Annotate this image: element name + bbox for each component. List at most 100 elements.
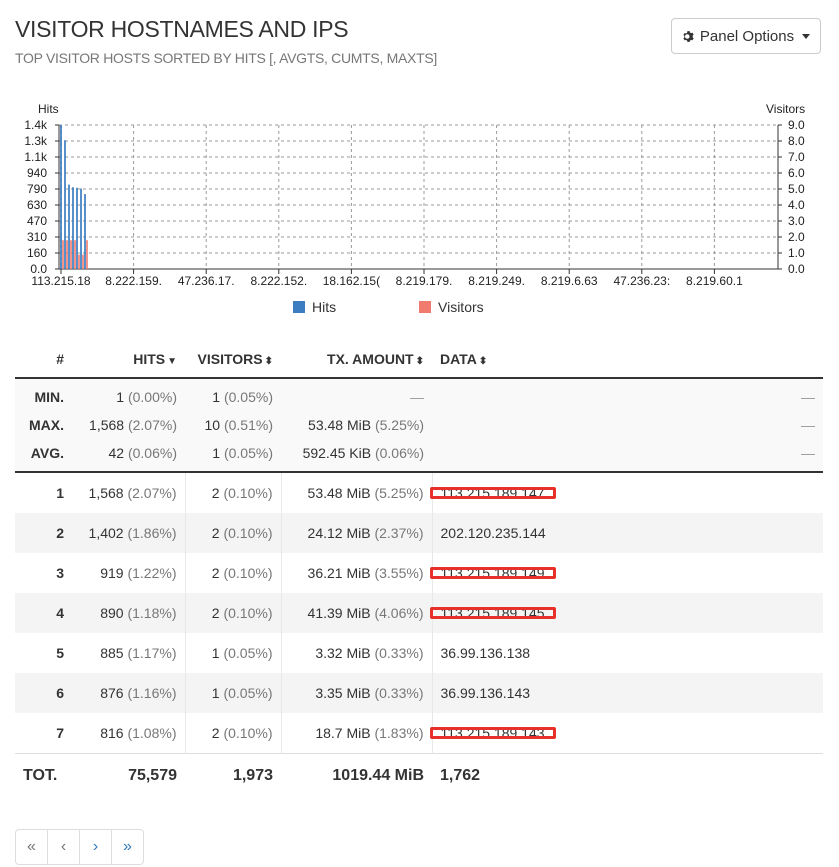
panel-options-button[interactable]: Panel Options [671,18,821,54]
total-hits: 75,579 [72,753,185,798]
row-data-ip: 202.120.235.144 [432,513,823,553]
summary-hits: 1 (0.00%) [72,378,185,411]
right-tick-label: 9.0 [788,118,805,132]
x-tick-label: 8.222.159. [105,274,162,288]
x-tick-label: 113.215.18 [31,274,90,288]
row-rank: 6 [15,673,72,713]
row-visitors: 2 (0.10%) [185,513,282,553]
left-tick-label: 1.3k [24,134,48,148]
caret-down-icon [802,33,811,39]
row-tx: 53.48 MiB (5.25%) [281,472,433,513]
row-tx: 3.32 MiB (0.33%) [281,633,433,673]
table-header-row: # HITS ▼ VISITORS ⬍ TX. AMOUNT ⬍ DATA ⬍ [15,341,823,379]
row-visitors: 2 (0.10%) [185,593,282,633]
visitors-bar [70,240,72,269]
row-data-ip: 113.215.189.143 [429,713,823,754]
left-tick-label: 790 [27,182,47,196]
row-visitors: 2 (0.10%) [185,553,282,593]
col-visitors[interactable]: VISITORS ⬍ [185,341,281,379]
hits-bar [68,184,70,269]
summary-row: AVG. 42 (0.06%) 1 (0.05%) 592.45 KiB (0.06%… [15,439,823,473]
total-label: TOT. [15,753,72,798]
row-visitors: 1 (0.05%) [185,633,282,673]
row-visitors: 2 (0.10%) [185,713,282,754]
row-rank: 1 [15,472,72,513]
table-row[interactable]: 7 816 (1.08%) 2 (0.10%) 18.7 MiB (1.83%) 113… [15,713,823,754]
table-row[interactable]: 1 1,568 (2.07%) 2 (0.10%) 53.48 MiB (5.25%)… [15,472,823,513]
legend-hits-label: Hits [312,299,336,315]
row-tx: 18.7 MiB (1.83%) [281,713,433,754]
left-tick-label: 310 [27,230,47,244]
prev-page-button[interactable]: ‹ [48,830,80,864]
x-tick-label: 8.219.249. [468,274,525,288]
row-tx: 36.21 MiB (3.55%) [281,553,433,593]
row-rank: 7 [15,713,72,754]
hits-bar [76,187,78,269]
visitors-bar [82,254,84,269]
first-page-button[interactable]: « [16,830,48,864]
row-rank: 5 [15,633,72,673]
summary-data: — [432,378,823,411]
visitors-bar [66,240,68,269]
hosts-table: # HITS ▼ VISITORS ⬍ TX. AMOUNT ⬍ DATA ⬍ MIN.… [15,341,823,798]
x-tick-label: 8.222.152. [250,274,307,288]
left-tick-label: 940 [27,166,47,180]
summary-visitors: 10 (0.51%) [185,411,281,439]
right-tick-label: 1.0 [788,246,805,260]
x-tick-label: 47.236.17. [178,274,235,288]
summary-data: — [432,411,823,439]
sort-desc-icon: ▼ [167,356,177,367]
next-page-button[interactable]: › [80,830,112,864]
left-tick-label: 630 [27,198,47,212]
total-row: TOT. 75,579 1,973 1019.44 MiB 1,762 [15,753,823,798]
row-rank: 4 [15,593,72,633]
row-data-ip: 36.99.136.138 [432,633,823,673]
x-tick-label: 47.236.23: [613,274,670,288]
last-page-button[interactable]: » [112,830,143,864]
right-tick-label: 6.0 [788,166,805,180]
table-row[interactable]: 5 885 (1.17%) 1 (0.05%) 3.32 MiB (0.33%) 36.… [15,633,823,673]
sort-icon: ⬍ [478,356,488,367]
table-row[interactable]: 6 876 (1.16%) 1 (0.05%) 3.35 MiB (0.33%) 36.… [15,673,823,713]
highlight-box: 113.215.189.145 [429,605,556,621]
col-tx-amount[interactable]: TX. AMOUNT ⬍ [281,341,432,379]
summary-data: — [432,439,823,473]
col-data[interactable]: DATA ⬍ [432,341,823,379]
row-visitors: 1 (0.05%) [185,673,282,713]
table-row[interactable]: 4 890 (1.18%) 2 (0.10%) 41.39 MiB (4.06%) 11… [15,593,823,633]
table-row[interactable]: 3 919 (1.22%) 2 (0.10%) 36.21 MiB (3.55%) 11… [15,553,823,593]
visitors-bar [78,254,80,269]
hits-bar [80,188,82,269]
row-rank: 3 [15,553,72,593]
panel-title: VISITOR HOSTNAMES AND IPS [15,16,349,42]
table-row[interactable]: 2 1,402 (1.86%) 2 (0.10%) 24.12 MiB (2.37%)… [15,513,823,553]
summary-tx: — [281,378,432,411]
hits-bar [60,125,62,269]
left-axis-label: Hits [38,102,59,116]
row-hits: 919 (1.22%) [72,553,186,593]
hits-bar [72,187,74,269]
legend-hits-swatch [293,301,305,313]
total-data: 1,762 [432,753,823,798]
col-hits[interactable]: HITS ▼ [72,341,185,379]
panel-subtitle: TOP VISITOR HOSTS SORTED BY HITS [, AVGT… [15,50,437,66]
sort-icon: ⬍ [415,356,424,367]
right-tick-label: 4.0 [788,198,805,212]
row-rank: 2 [15,513,72,553]
row-data-ip: 36.99.136.143 [432,673,823,713]
row-hits: 885 (1.17%) [72,633,186,673]
row-data-ip: 113.215.189.147 [429,472,823,513]
right-tick-label: 0.0 [788,262,805,276]
sort-icon: ⬍ [264,356,273,367]
x-tick-label: 8.219.6.63 [541,274,598,288]
hits-visitors-chart: Hits Visitors0.0 0.0160 1.0310 2.0470 3.0630 4… [24,102,805,315]
row-hits: 1,402 (1.86%) [72,513,186,553]
row-visitors: 2 (0.10%) [185,472,282,513]
row-hits: 890 (1.18%) [72,593,186,633]
hits-bar [64,140,66,269]
summary-visitors: 1 (0.05%) [185,439,281,473]
x-tick-label: 8.219.60.1 [686,274,743,288]
right-tick-label: 7.0 [788,150,805,164]
highlight-box: 113.215.189.149 [429,565,556,581]
right-axis-label: Visitors [766,102,805,116]
